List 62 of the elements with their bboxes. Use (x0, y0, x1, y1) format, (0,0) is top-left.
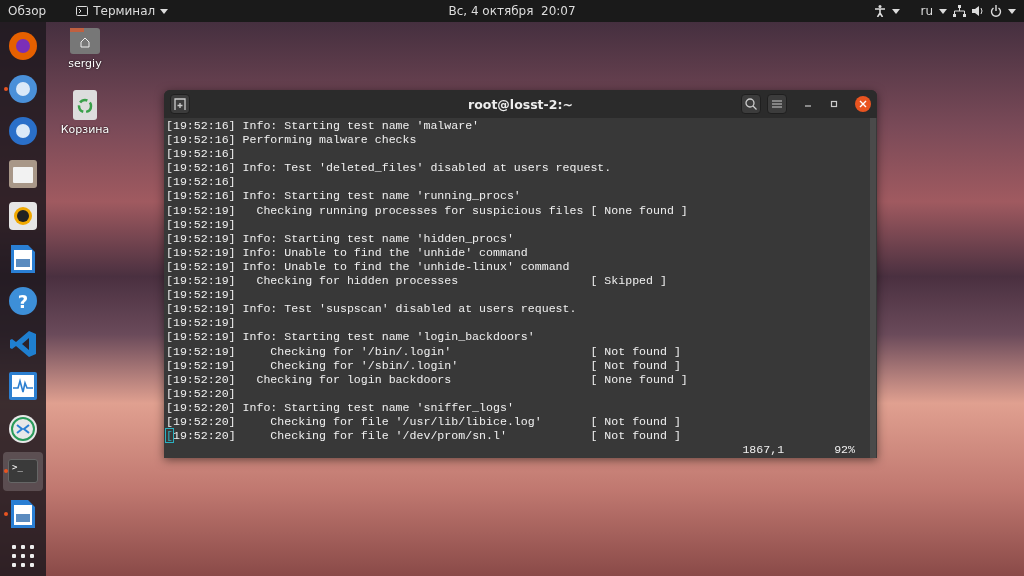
document-icon[interactable] (11, 499, 35, 528)
terminal-line: [19:52:16] (166, 175, 237, 190)
search-button[interactable] (741, 94, 761, 114)
new-tab-button[interactable] (170, 94, 190, 114)
terminal-line: [19:52:19] Info: Unable to find the 'unhide' command (166, 245, 529, 260)
caret-icon (160, 8, 169, 14)
running-indicator (4, 469, 8, 473)
terminal-line: [19:52:19] Info: Starting test name 'login_backdoors' (166, 330, 536, 345)
terminal-line: [19:52:19] (166, 217, 237, 232)
new-tab-icon (174, 98, 186, 110)
terminal-line: [19:52:20] Info: Starting test name 'sniffer_logs' (166, 400, 515, 415)
dock-item[interactable]: >_ (3, 452, 43, 491)
caret-icon[interactable] (892, 8, 901, 14)
running-indicator (4, 511, 8, 516)
scrollbar[interactable] (870, 118, 876, 458)
terminal-line: [19:52:20] (166, 386, 237, 401)
network-icon[interactable] (953, 5, 966, 17)
folder-icon[interactable] (9, 159, 37, 188)
activities-button[interactable]: Обзор (8, 4, 47, 18)
menu-button[interactable] (767, 94, 787, 114)
maximize-icon[interactable] (829, 99, 839, 109)
terminal-line: [19:52:16] Info: Starting test name 'malware' (166, 119, 481, 134)
close-icon[interactable] (855, 96, 871, 112)
scroll-percent: 92% (834, 443, 855, 458)
terminal-icon (76, 6, 89, 16)
terminal-line: [19:52:19] Checking for '/bin/.login' [ Not found ] (166, 344, 682, 359)
terminal-line: [19:52:16] Info: Test 'deleted_files' disabled at users request. (166, 161, 613, 176)
document-icon[interactable] (11, 244, 35, 273)
terminal-line: [19:52:19] Info: Starting test name 'hidden_procs' (166, 231, 515, 246)
desktop-icon-label[interactable]: Корзина (60, 123, 110, 136)
terminal-line: [19:52:20] Checking for file '/dev/prom/sn.l' [ Not found ] (166, 429, 682, 444)
power-icon[interactable] (990, 5, 1002, 17)
terminal-line: [19:52:19] (166, 316, 237, 331)
app-grid-icon[interactable] (11, 544, 35, 569)
caret-icon[interactable] (939, 8, 947, 14)
terminal-line: [19:52:19] Info: Test 'suspscan' disabled at users request. (166, 302, 578, 317)
terminal-line: [19:52:20] Checking for login backdoors [ None found ] (166, 372, 689, 387)
terminal-line: [19:52:19] (166, 288, 237, 303)
cursor-position: 1867,1 (742, 443, 785, 458)
terminal-line: [19:52:16] Info: Starting test name 'running_procs' (166, 189, 522, 204)
menu-icon (772, 99, 782, 109)
terminal-line: [19:52:16] Performing malware checks (166, 133, 418, 148)
clock[interactable]: Вс, 4 октября 20:07 (448, 4, 576, 18)
terminal-icon[interactable]: >_ (8, 459, 38, 484)
code-editor-icon[interactable] (9, 329, 37, 358)
volume-icon[interactable] (972, 5, 984, 17)
terminal-line: [19:52:19] Info: Unable to find the 'unhide-linux' command (166, 259, 571, 275)
language-indicator[interactable]: ru (920, 4, 933, 18)
app-menu[interactable]: Терминал (76, 4, 169, 18)
terminal-line: [19:52:20] Checking for file '/usr/lib/libice.log' [ Not found ] (166, 414, 682, 430)
system-monitor-icon[interactable] (9, 372, 37, 401)
running-indicator (4, 86, 8, 91)
search-icon (745, 98, 757, 110)
terminal-line: [19:52:16] (166, 147, 237, 162)
window-title: root@losst-2:~ (468, 96, 573, 112)
desktop-icon-label[interactable]: sergiy (68, 57, 102, 70)
terminal-line: [19:52:19] Checking for hidden processes [ Skipped ] (166, 274, 668, 289)
terminal-line: [19:52:19] Checking for '/sbin/.login' [ Not found ] (166, 358, 682, 373)
speaker-icon[interactable] (9, 202, 37, 231)
accessibility-icon[interactable] (874, 5, 887, 17)
caret-icon[interactable] (1008, 8, 1016, 14)
terminal-line: [19:52:19] Checking running processes for suspicious files [ None found ] (166, 203, 689, 218)
